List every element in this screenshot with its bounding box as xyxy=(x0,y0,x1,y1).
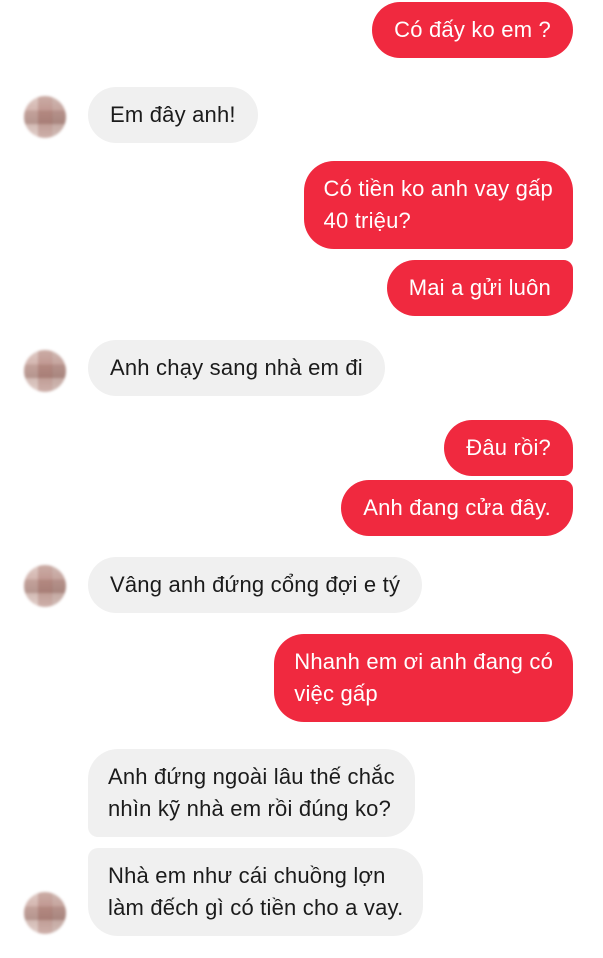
message-sent-3[interactable]: Mai a gửi luôn xyxy=(386,260,573,316)
message-sent-1[interactable]: Có đấy ko em ? xyxy=(372,2,573,58)
message-sent-4[interactable]: Đâu rồi? xyxy=(444,420,573,476)
message-sent-5[interactable]: Anh đang cửa đây. xyxy=(341,480,573,536)
contact-avatar[interactable] xyxy=(24,96,66,138)
message-received-2[interactable]: Anh chạy sang nhà em đi xyxy=(88,340,385,396)
contact-avatar[interactable] xyxy=(24,350,66,392)
message-received-3[interactable]: Vâng anh đứng cổng đợi e tý xyxy=(88,557,423,613)
chat-thread: Có đấy ko em ? Em đây anh! Có tiền ko an… xyxy=(0,0,603,958)
contact-avatar[interactable] xyxy=(24,565,66,607)
message-sent-2[interactable]: Có tiền ko anh vay gấp 40 triệu? xyxy=(303,161,573,249)
message-received-1[interactable]: Em đây anh! xyxy=(88,87,258,143)
message-received-5[interactable]: Nhà em như cái chuồng lợn làm đếch gì có… xyxy=(88,848,424,936)
message-sent-6[interactable]: Nhanh em ơi anh đang có việc gấp xyxy=(274,634,573,722)
message-received-4[interactable]: Anh đứng ngoài lâu thế chắc nhìn kỹ nhà … xyxy=(88,749,415,837)
contact-avatar[interactable] xyxy=(24,892,66,934)
